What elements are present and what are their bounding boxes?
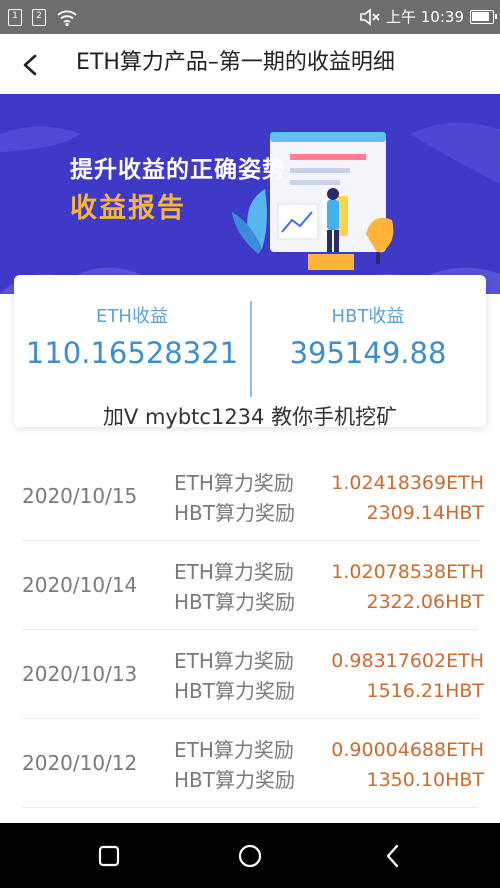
record-types: ETH算力奖励 HBT算力奖励 bbox=[174, 557, 295, 617]
record-hbt-type: HBT算力奖励 bbox=[174, 679, 295, 703]
record-eth-type: ETH算力奖励 bbox=[174, 471, 294, 495]
record-eth-amount: 1.02078538ETH bbox=[331, 561, 484, 583]
status-bar: 1 2 上午 10:39 bbox=[0, 0, 500, 34]
promo-banner: 提升收益的正确姿势 收益报告 bbox=[0, 94, 500, 294]
status-time: 上午 10:39 bbox=[386, 8, 464, 26]
record-hbt-type: HBT算力奖励 bbox=[174, 590, 295, 614]
record-date: 2020/10/15 bbox=[22, 484, 138, 508]
page-title: ETH算力产品–第一期的收益明细 bbox=[76, 50, 395, 75]
hbt-summary: HBT收益 395149.88 bbox=[250, 305, 486, 373]
record-amounts: 1.02418369ETH 2309.14HBT bbox=[331, 468, 484, 528]
earnings-summary-card: ETH收益 110.16528321 HBT收益 395149.88 加V my… bbox=[14, 275, 486, 429]
record-date: 2020/10/13 bbox=[22, 662, 138, 686]
record-date: 2020/10/14 bbox=[22, 573, 138, 597]
wifi-icon bbox=[57, 10, 77, 27]
table-row[interactable]: 2020/10/15 ETH算力奖励 HBT算力奖励 1.02418369ETH… bbox=[22, 452, 484, 541]
sim2-icon: 2 bbox=[32, 9, 46, 26]
earnings-record-list: 2020/10/15 ETH算力奖励 HBT算力奖励 1.02418369ETH… bbox=[0, 452, 500, 808]
promo-note: 加V mybtc1234 教你手机挖矿 bbox=[102, 405, 398, 429]
eth-earnings-value: 110.16528321 bbox=[25, 336, 239, 370]
table-row[interactable]: 2020/10/13 ETH算力奖励 HBT算力奖励 0.98317602ETH… bbox=[22, 630, 484, 719]
record-types: ETH算力奖励 HBT算力奖励 bbox=[174, 468, 295, 528]
sim1-icon: 1 bbox=[8, 9, 22, 26]
record-types: ETH算力奖励 HBT算力奖励 bbox=[174, 646, 295, 706]
system-back-icon[interactable] bbox=[378, 841, 408, 871]
record-hbt-amount: 2309.14HBT bbox=[366, 502, 485, 524]
record-types: ETH算力奖励 HBT算力奖励 bbox=[174, 735, 295, 795]
record-hbt-amount: 2322.06HBT bbox=[366, 591, 485, 613]
table-row[interactable]: 2020/10/12 ETH算力奖励 HBT算力奖励 0.90004688ETH… bbox=[22, 719, 484, 808]
back-arrow-icon[interactable] bbox=[14, 48, 48, 82]
banner-headline: 提升收益的正确姿势 bbox=[70, 157, 286, 183]
record-hbt-amount: 1516.21HBT bbox=[366, 680, 485, 702]
table-row[interactable]: 2020/10/14 ETH算力奖励 HBT算力奖励 1.02078538ETH… bbox=[22, 541, 484, 630]
record-eth-type: ETH算力奖励 bbox=[174, 649, 294, 673]
record-hbt-type: HBT算力奖励 bbox=[174, 768, 295, 792]
mute-icon bbox=[360, 8, 380, 26]
record-eth-type: ETH算力奖励 bbox=[174, 738, 294, 762]
hbt-earnings-value: 395149.88 bbox=[289, 336, 447, 370]
recent-apps-icon[interactable] bbox=[94, 841, 124, 871]
record-eth-amount: 0.98317602ETH bbox=[331, 650, 484, 672]
record-amounts: 0.98317602ETH 1516.21HBT bbox=[331, 646, 484, 706]
home-icon[interactable] bbox=[235, 841, 265, 871]
record-hbt-type: HBT算力奖励 bbox=[174, 501, 295, 525]
record-amounts: 1.02078538ETH 2322.06HBT bbox=[331, 557, 484, 617]
hbt-earnings-label: HBT收益 bbox=[331, 306, 405, 327]
record-hbt-amount: 1350.10HBT bbox=[366, 769, 485, 791]
system-nav-bar bbox=[0, 823, 500, 888]
nav-bar: ETH算力产品–第一期的收益明细 bbox=[0, 34, 500, 94]
eth-summary: ETH收益 110.16528321 bbox=[14, 305, 250, 373]
record-date: 2020/10/12 bbox=[22, 751, 138, 775]
record-eth-type: ETH算力奖励 bbox=[174, 560, 294, 584]
record-eth-amount: 0.90004688ETH bbox=[331, 739, 484, 761]
record-amounts: 0.90004688ETH 1350.10HBT bbox=[331, 735, 484, 795]
banner-subheadline: 收益报告 bbox=[70, 193, 186, 224]
record-eth-amount: 1.02418369ETH bbox=[331, 472, 484, 494]
battery-icon bbox=[470, 10, 497, 24]
eth-earnings-label: ETH收益 bbox=[96, 306, 168, 327]
